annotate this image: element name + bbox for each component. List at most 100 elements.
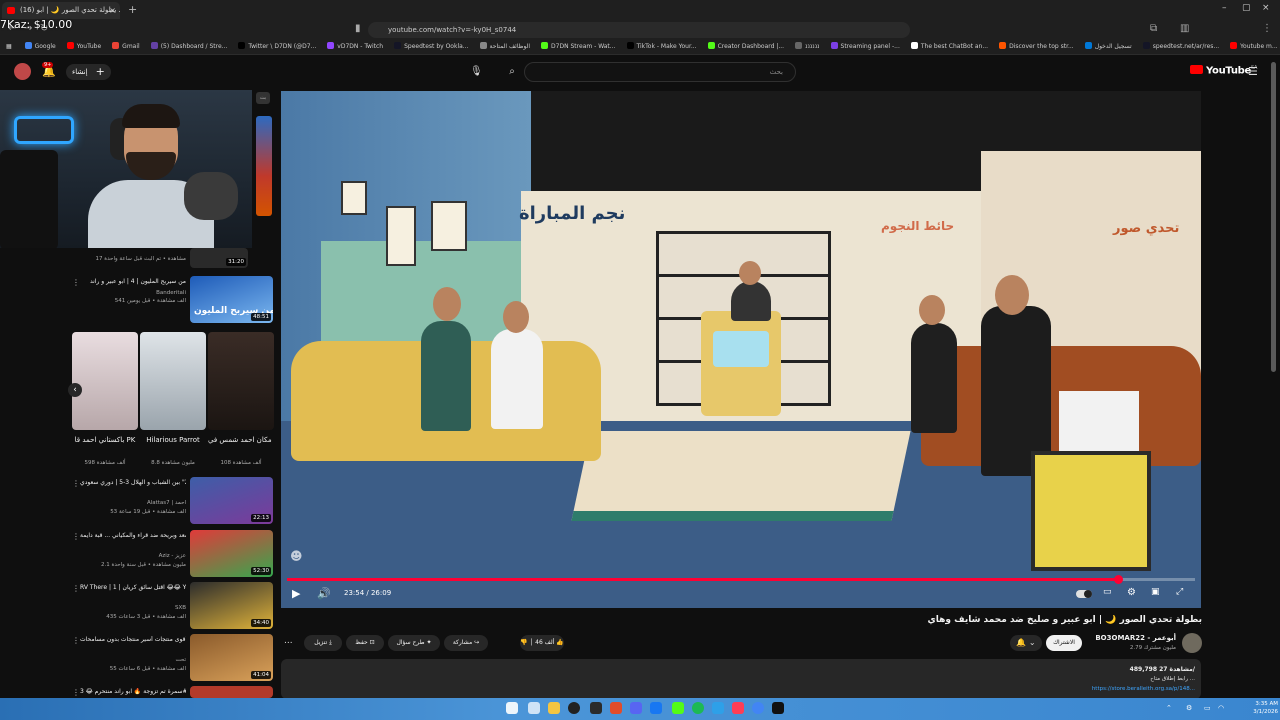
spotify-icon[interactable] xyxy=(692,702,704,714)
window-minimize-button[interactable]: – xyxy=(1222,3,1227,13)
app-icon[interactable] xyxy=(590,702,602,714)
thumbs-down-icon[interactable]: 👎 xyxy=(520,639,527,646)
tray-chevron-icon[interactable]: ⌃ xyxy=(1166,704,1172,712)
video-thumbnail[interactable]: 41:04 xyxy=(190,634,273,681)
bookmark-item[interactable]: YouTube xyxy=(66,40,101,54)
video-channel[interactable]: Alattas7 | أحمد xyxy=(80,500,186,507)
short-thumbnail[interactable] xyxy=(208,332,274,430)
bookmark-icon[interactable]: ▮ xyxy=(355,23,361,34)
bookmark-item[interactable]: speedtest.net/ar/res... xyxy=(1142,40,1219,54)
tray-wifi-icon[interactable]: ◠ xyxy=(1218,704,1224,712)
short-thumbnail[interactable] xyxy=(72,332,138,430)
video-thumbnail[interactable]: 34:40 xyxy=(190,582,273,629)
bookmark-item[interactable]: Creator Dashboard |... xyxy=(707,40,784,54)
bookmark-item[interactable]: TikTok - Make Your... xyxy=(626,40,697,54)
chrome-icon[interactable] xyxy=(752,702,764,714)
more-options-icon[interactable]: ⋮ xyxy=(72,532,80,541)
share-button[interactable]: مشاركة ↪ xyxy=(444,635,488,651)
more-options-icon[interactable]: ⋮ xyxy=(72,278,80,287)
kick-icon[interactable] xyxy=(672,702,684,714)
sidebar-strip-thumbnails[interactable] xyxy=(256,116,272,216)
video-title[interactable]: زدة فعل مباراة "الجولة 24" بين الشباب و … xyxy=(80,479,186,487)
video-title[interactable]: سمرة تم تزوجة 🔥 ابو راند منتحرم 😂 3# xyxy=(80,688,186,696)
messenger-icon[interactable] xyxy=(650,702,662,714)
video-title[interactable]: من سيربح المليون | 4 | ابو عبير و راند xyxy=(80,278,186,286)
account-avatar[interactable] xyxy=(14,63,31,80)
taskbar-clock[interactable]: 3:35 AM 3/1/2026 xyxy=(1234,700,1278,716)
settings-gear-icon[interactable]: ⚙ xyxy=(1127,587,1136,598)
adobe-icon[interactable] xyxy=(732,702,744,714)
create-button[interactable]: إنشاء + xyxy=(66,64,111,80)
channel-watermark-icon[interactable]: ☻ xyxy=(290,549,306,565)
obs-icon[interactable] xyxy=(568,702,580,714)
bookmark-item[interactable]: The best ChatBot an... xyxy=(910,40,988,54)
window-maximize-button[interactable]: ▢ xyxy=(1242,3,1251,13)
voice-search-icon[interactable]: 🎙 xyxy=(470,62,486,82)
more-actions-button[interactable]: ... xyxy=(284,636,293,646)
autoplay-toggle[interactable] xyxy=(1076,590,1092,598)
miniplayer-icon[interactable]: ▣ xyxy=(1151,587,1160,597)
brave-icon[interactable] xyxy=(610,702,622,714)
search-input[interactable]: بحث xyxy=(524,62,796,82)
notifications-bell-icon[interactable]: 🔔 9+ xyxy=(42,62,56,78)
search-icon[interactable]: ⌕ xyxy=(500,62,524,82)
bookmark-item[interactable]: Gmail xyxy=(112,40,140,54)
short-title[interactable]: Hilarious Parrot xyxy=(140,436,206,445)
channel-avatar[interactable] xyxy=(1182,633,1202,653)
bookmark-item[interactable]: Streaming panel -... xyxy=(830,40,900,54)
short-title[interactable]: عامل حرق مكان احمد شمس في... xyxy=(208,436,274,445)
video-channel[interactable]: SXB xyxy=(80,605,186,612)
new-tab-button[interactable]: + xyxy=(128,3,137,16)
short-title[interactable]: باكستاني احمد قا PK xyxy=(72,436,138,445)
more-options-icon[interactable]: ⋮ xyxy=(72,688,80,697)
short-thumbnail[interactable] xyxy=(140,332,206,430)
browser-tab-active[interactable]: (16) بطولة تحدي الصور 🌙 | ابو ... × xyxy=(2,2,120,19)
page-scrollbar-thumb[interactable] xyxy=(1271,62,1276,372)
extensions-icon[interactable]: ⧉ xyxy=(1150,23,1157,34)
video-thumbnail[interactable]: من سيربح المليون 48:51 xyxy=(190,276,273,323)
download-button[interactable]: تنزيل ⤓ xyxy=(304,635,342,651)
tab-close-icon[interactable]: × xyxy=(109,2,116,19)
more-options-icon[interactable]: ⋮ xyxy=(72,584,80,593)
bookmark-item[interactable]: (5) Dashboard / Stre... xyxy=(150,40,227,54)
fullscreen-icon[interactable]: ⤢ xyxy=(1176,587,1183,597)
subscribe-button[interactable]: الاشتراك xyxy=(1046,635,1082,651)
progress-bar[interactable] xyxy=(287,575,1195,584)
browser-menu-icon[interactable]: ⋮ xyxy=(1262,23,1272,34)
bookmark-item[interactable]: Speedtest by Ookla... xyxy=(394,40,469,54)
bookmark-item[interactable]: Discover the top str... xyxy=(999,40,1074,54)
file-explorer-icon[interactable] xyxy=(548,702,560,714)
video-channel[interactable]: Aziz - عزيز xyxy=(80,553,186,560)
apps-icon[interactable]: ▦ xyxy=(6,40,12,54)
search-taskbar-icon[interactable] xyxy=(528,702,540,714)
thumbs-up-icon[interactable]: 👍 xyxy=(556,639,563,646)
subtitles-icon[interactable]: ▭ xyxy=(1103,587,1112,597)
bookmark-item[interactable]: vD7DN - Twitch xyxy=(327,40,383,54)
video-channel[interactable]: Banderitali xyxy=(80,290,186,297)
video-thumbnail[interactable] xyxy=(190,686,273,698)
video-thumbnail[interactable]: 31:20 xyxy=(190,248,248,268)
video-player[interactable]: نجم المباراة حائط النجوم تحدي صور xyxy=(281,91,1201,608)
bookmark-item[interactable]: تسجيل الدخول xyxy=(1084,40,1132,54)
start-menu-icon[interactable] xyxy=(506,702,518,714)
video-title[interactable]: RV There | 1 | اقتل سائق كريان 😂😂 Yet xyxy=(80,584,186,592)
more-options-icon[interactable]: ⋮ xyxy=(72,636,80,645)
sidepanel-icon[interactable]: ▥ xyxy=(1180,23,1189,34)
discord-icon[interactable] xyxy=(630,702,642,714)
play-icon[interactable]: ▶ xyxy=(292,587,300,600)
bookmark-item[interactable]: ננננננ xyxy=(795,40,820,54)
shorts-prev-button[interactable]: ‹ xyxy=(68,383,82,397)
video-thumbnail[interactable]: 52:30 xyxy=(190,530,273,577)
bookmark-item[interactable]: D7DN Stream - Wat... xyxy=(541,40,616,54)
video-title[interactable]: حروف مع عزيز 🔥 ابو سعد وبريحة ضد قراء وا… xyxy=(80,532,186,540)
video-channel[interactable]: تحت xyxy=(80,657,186,664)
bookmark-item[interactable]: Youtube m... قم بتنزيل xyxy=(1230,40,1280,54)
address-bar[interactable]: youtube.com/watch?v=-ky0H_s0744 xyxy=(368,22,910,38)
volume-icon[interactable]: 🔊 xyxy=(317,587,331,600)
bookmark-item[interactable]: Google xyxy=(24,40,56,54)
tray-network-icon[interactable]: ⚙ xyxy=(1186,704,1192,712)
bookmark-item[interactable]: Twitter \ D7DN (@D7... xyxy=(238,40,316,54)
video-title[interactable]: تحدي أكبر أقوى منتجات أسير منتجات بدون م… xyxy=(80,636,186,644)
notification-bell-button[interactable]: 🔔 ⌄ xyxy=(1010,635,1042,651)
terminal-icon[interactable] xyxy=(772,702,784,714)
